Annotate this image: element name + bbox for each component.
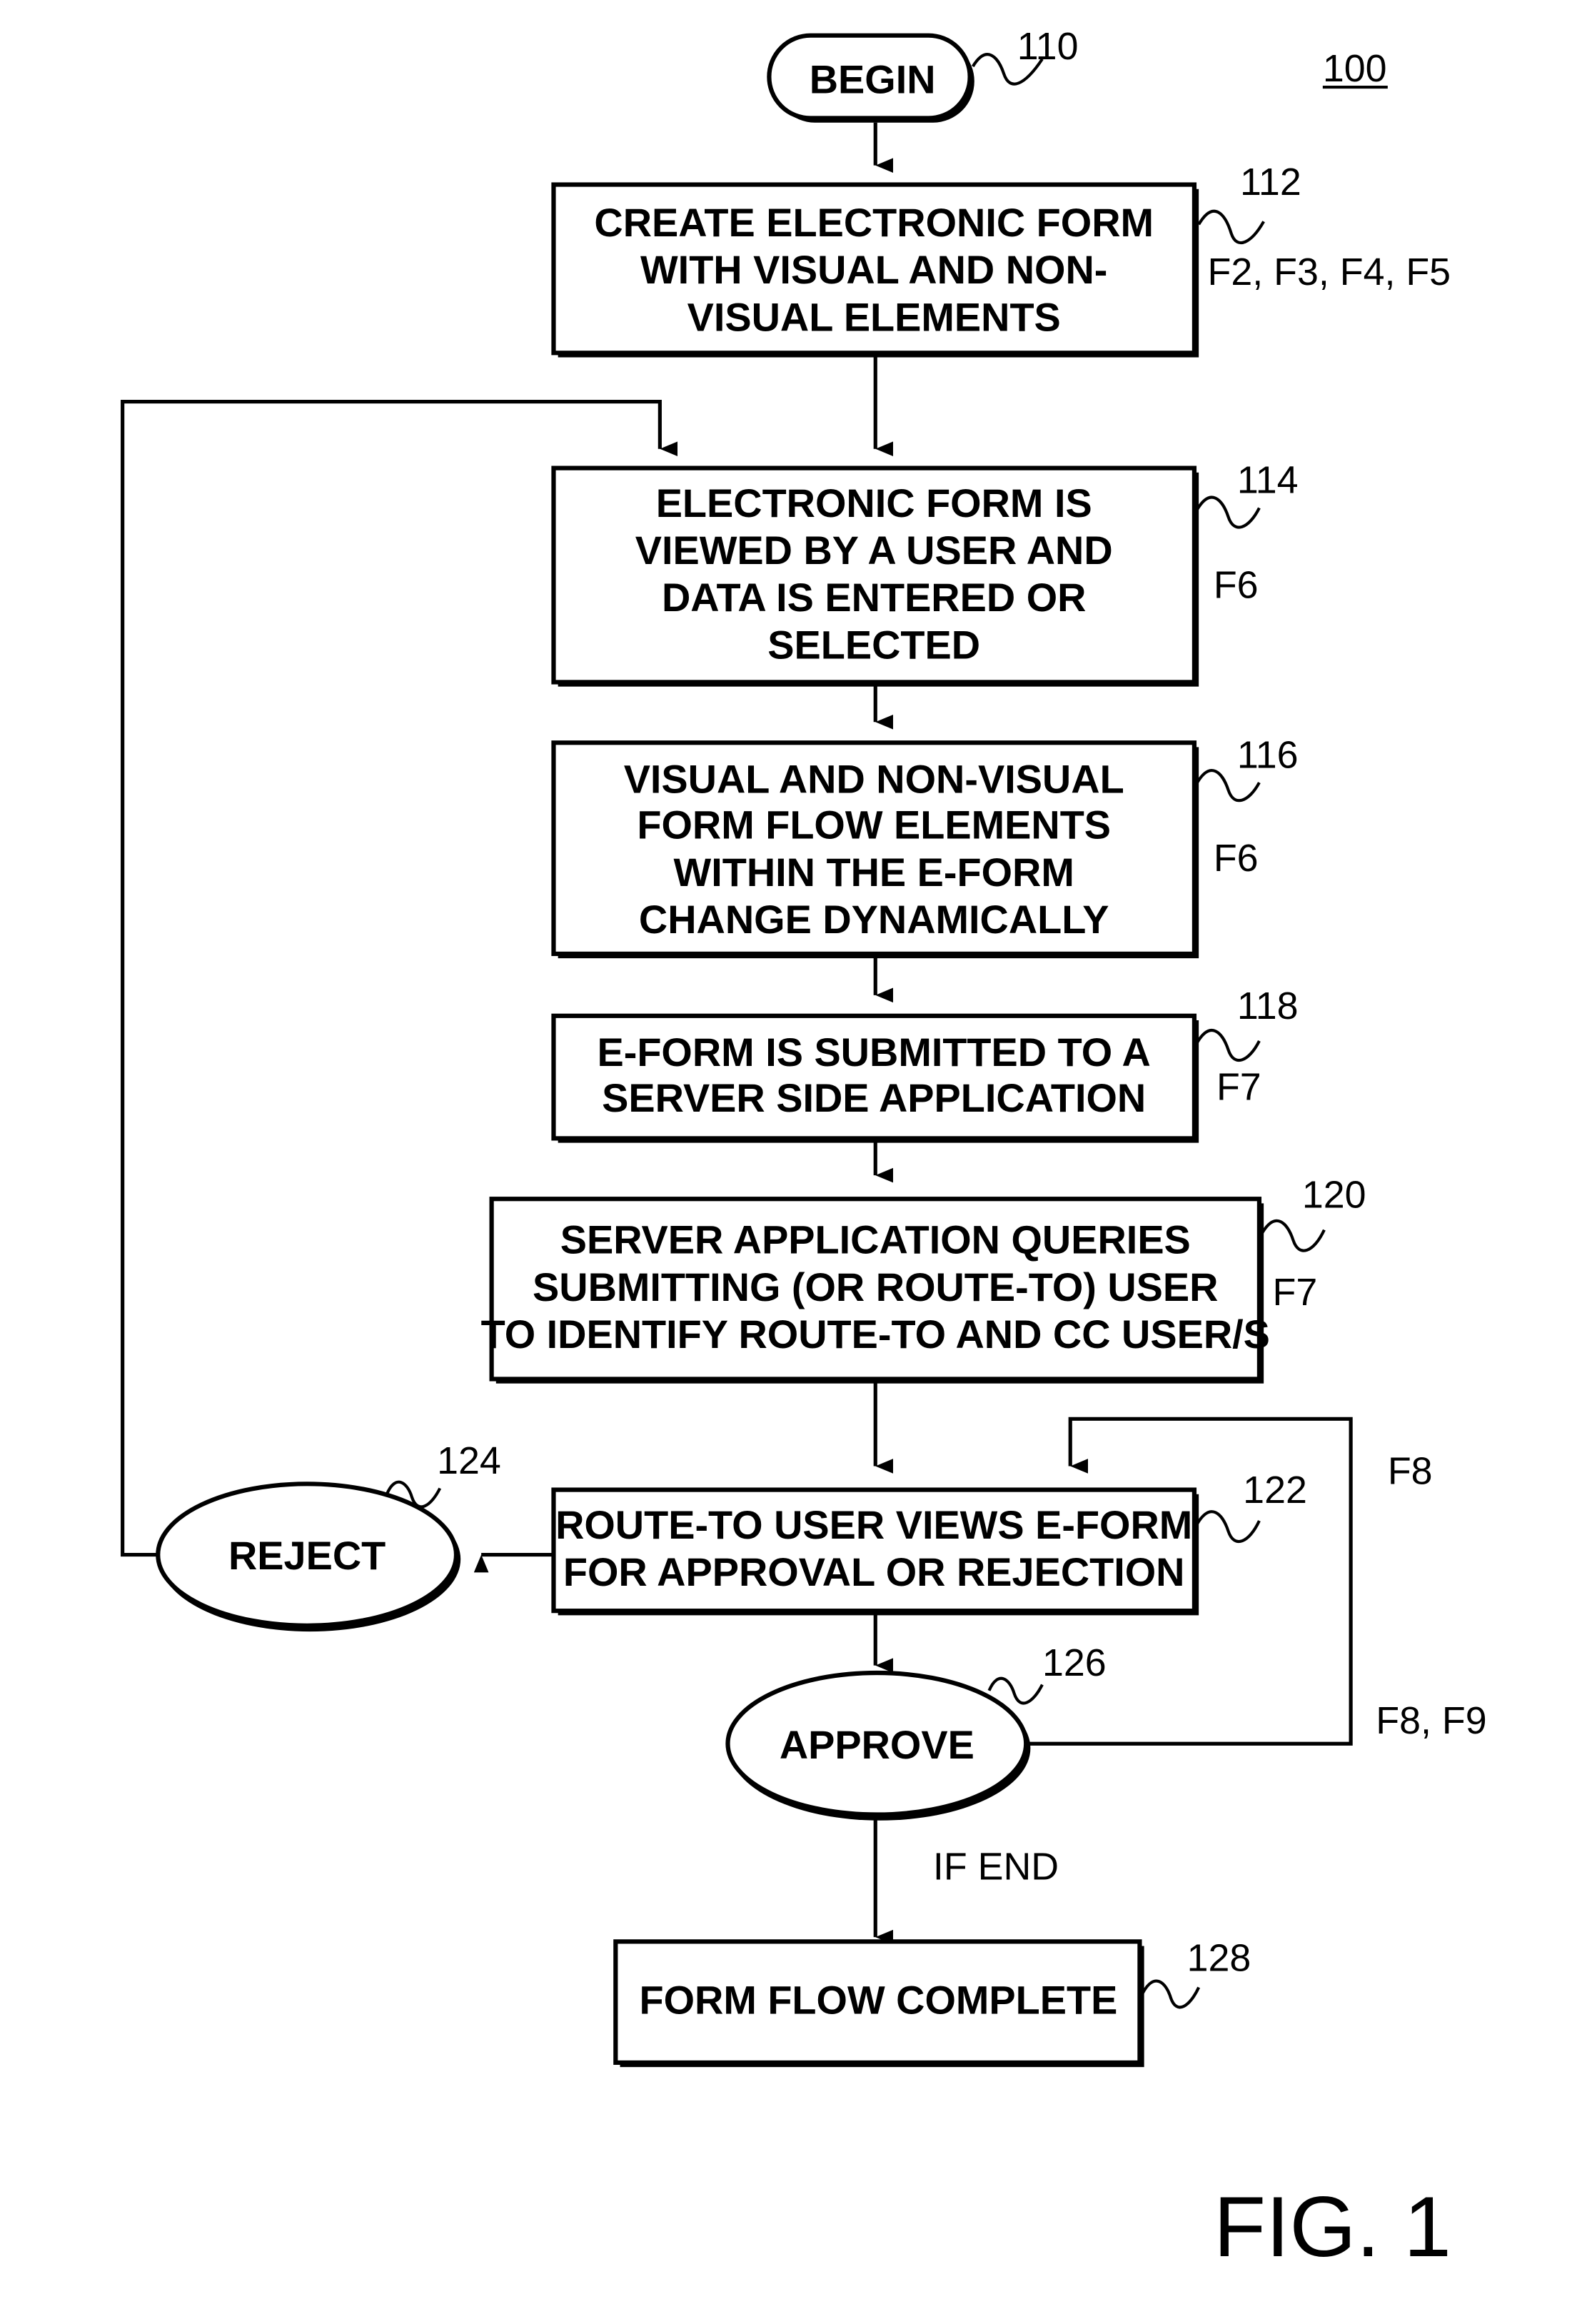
ref-114: 114 <box>1237 459 1299 502</box>
node-dynamic-change: VISUAL AND NON-VISUAL FORM FLOW ELEMENTS… <box>551 733 1299 959</box>
figs-118: F7 <box>1216 1066 1261 1109</box>
ref-122: 122 <box>1243 1469 1307 1511</box>
figs-loop-f8: F8 <box>1388 1449 1433 1492</box>
ref-116: 116 <box>1237 733 1299 776</box>
figs-approve: F8, F9 <box>1376 1699 1486 1742</box>
node-create-form: CREATE ELECTRONIC FORM WITH VISUAL AND N… <box>551 161 1451 358</box>
complete-label: FORM FLOW COMPLETE <box>639 1978 1117 2023</box>
node-view-form: ELECTRONIC FORM IS VIEWED BY A USER AND … <box>551 459 1299 687</box>
leader-122 <box>1196 1510 1261 1544</box>
leader-112 <box>1197 209 1265 245</box>
flowchart: 100 BEGIN 110 CREATE ELECTRONIC FORM WIT… <box>121 25 1487 2275</box>
figs-112: F2, F3, F4, F5 <box>1208 251 1451 293</box>
view-form-line-3: DATA IS ENTERED OR <box>662 575 1086 620</box>
dynamic-line-1: VISUAL AND NON-VISUAL <box>624 757 1124 802</box>
node-complete: FORM FLOW COMPLETE 128 <box>613 1937 1251 2068</box>
edge-label-if-end: IF END <box>933 1846 1059 1888</box>
create-form-line-1: CREATE ELECTRONIC FORM <box>594 200 1154 245</box>
leader-128 <box>1141 1979 1201 2009</box>
reject-label: REJECT <box>228 1533 386 1578</box>
create-form-line-2: WITH VISUAL AND NON- <box>640 247 1107 292</box>
view-form-line-2: VIEWED BY A USER AND <box>635 528 1113 573</box>
dynamic-line-2: FORM FLOW ELEMENTS <box>637 803 1111 847</box>
approve-label: APPROVE <box>780 1722 974 1767</box>
node-begin: BEGIN 110 <box>767 25 1079 123</box>
ref-124: 124 <box>437 1439 501 1482</box>
ref-126: 126 <box>1042 1641 1107 1684</box>
ref-118: 118 <box>1237 985 1299 1027</box>
query-line-3: TO IDENTIFY ROUTE-TO AND CC USER/S <box>481 1312 1270 1357</box>
query-line-1: SERVER APPLICATION QUERIES <box>560 1217 1191 1262</box>
ref-120: 120 <box>1302 1174 1366 1217</box>
view-form-line-4: SELECTED <box>767 622 980 667</box>
ref-128: 128 <box>1187 1937 1251 1980</box>
node-reject: REJECT 124 <box>156 1439 501 1632</box>
route-line-2: FOR APPROVAL OR REJECTION <box>563 1549 1185 1594</box>
diagram-number: 100 <box>1323 47 1387 90</box>
node-approve: APPROVE 126 <box>725 1641 1107 1821</box>
begin-label: BEGIN <box>810 56 936 101</box>
view-form-line-1: ELECTRONIC FORM IS <box>656 481 1092 525</box>
create-form-line-3: VISUAL ELEMENTS <box>687 294 1061 339</box>
node-route-view: ROUTE-TO USER VIEWS E-FORM FOR APPROVAL … <box>551 1469 1307 1616</box>
ref-112: 112 <box>1240 161 1301 203</box>
dynamic-line-3: WITHIN THE E-FORM <box>674 850 1074 895</box>
query-line-2: SUBMITTING (OR ROUTE-TO) USER <box>533 1264 1218 1309</box>
figs-114: F6 <box>1214 564 1259 607</box>
node-server-query: SERVER APPLICATION QUERIES SUBMITTING (O… <box>481 1174 1366 1384</box>
figs-116: F6 <box>1214 837 1259 880</box>
figure-caption: FIG. 1 <box>1214 2179 1451 2275</box>
leader-114 <box>1196 496 1261 529</box>
route-line-1: ROUTE-TO USER VIEWS E-FORM <box>555 1502 1192 1547</box>
submit-line-1: E-FORM IS SUBMITTED TO A <box>598 1030 1151 1075</box>
figs-120: F7 <box>1273 1271 1318 1314</box>
leader-118 <box>1196 1029 1261 1062</box>
node-submit: E-FORM IS SUBMITTED TO A SERVER SIDE APP… <box>551 985 1299 1143</box>
dynamic-line-4: CHANGE DYNAMICALLY <box>639 897 1109 942</box>
ref-110: 110 <box>1017 25 1079 68</box>
submit-line-2: SERVER SIDE APPLICATION <box>602 1075 1146 1120</box>
leader-120 <box>1261 1219 1326 1252</box>
